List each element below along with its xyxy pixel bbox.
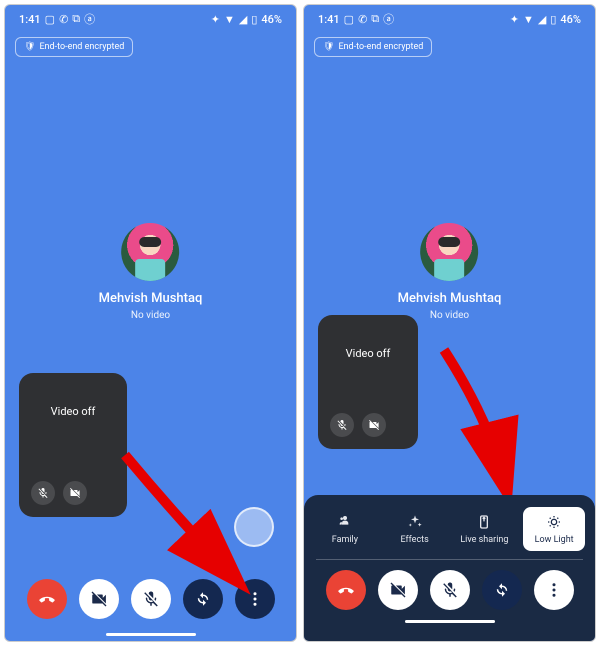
toggle-mic-button[interactable] xyxy=(131,579,171,619)
carrier-icon: ⓐ xyxy=(383,11,394,27)
encryption-label: End-to-end encrypted xyxy=(338,42,423,52)
avatar xyxy=(420,223,478,281)
end-call-button[interactable] xyxy=(27,579,67,619)
shield-icon: 🛡 xyxy=(323,42,334,52)
panel-item-effects[interactable]: Effects xyxy=(384,507,446,551)
self-view-pip[interactable]: Video off xyxy=(19,373,127,517)
encryption-chip[interactable]: 🛡 End-to-end encrypted xyxy=(15,37,133,57)
status-battery: 46% xyxy=(261,13,282,26)
screenshot-right: 1:41 ▢ ✆ ⧉ ⓐ ✦ ▼ ◢ ▯ 46% 🛡 End-to-end en… xyxy=(303,4,596,642)
self-preview-circle[interactable] xyxy=(234,507,274,547)
vibrate-icon: ✦ xyxy=(510,13,519,26)
video-off-icon[interactable] xyxy=(362,413,386,437)
panel-item-low-light[interactable]: Low Light xyxy=(523,507,585,551)
record-icon: ▢ xyxy=(344,13,354,26)
self-view-pip[interactable]: Video off xyxy=(318,315,418,449)
whatsapp-icon: ✆ xyxy=(358,13,367,26)
panel-item-live-sharing[interactable]: Live sharing xyxy=(454,507,516,551)
annotation-arrow xyxy=(434,340,544,500)
contact-name: Mehvish Mushtaq xyxy=(398,291,502,306)
battery-icon: ▯ xyxy=(550,13,556,26)
record-icon: ▢ xyxy=(45,13,55,26)
nav-handle[interactable] xyxy=(106,633,196,636)
call-controls xyxy=(314,570,585,610)
nav-handle[interactable] xyxy=(405,620,495,623)
family-icon xyxy=(337,513,353,531)
wifi-icon: ▼ xyxy=(523,13,534,26)
panel-row: Family Effects Live sharing Low Light xyxy=(314,507,585,551)
signal-icon: ◢ xyxy=(538,13,546,26)
end-call-button[interactable] xyxy=(326,570,366,610)
more-options-button[interactable] xyxy=(235,579,275,619)
status-time: 1:41 xyxy=(318,13,340,26)
panel-item-label: Live sharing xyxy=(460,535,508,545)
toggle-mic-button[interactable] xyxy=(430,570,470,610)
panel-item-label: Low Light xyxy=(535,535,574,545)
pip-label: Video off xyxy=(330,347,406,360)
avatar xyxy=(121,223,179,281)
vibrate-icon: ✦ xyxy=(211,13,220,26)
screenshot-left: 1:41 ▢ ✆ ⧉ ⓐ ✦ ▼ ◢ ▯ 46% 🛡 End-to-end en… xyxy=(4,4,297,642)
encryption-chip[interactable]: 🛡 End-to-end encrypted xyxy=(314,37,432,57)
panel-item-label: Family xyxy=(332,535,358,545)
toggle-video-button[interactable] xyxy=(79,579,119,619)
status-bar: 1:41 ▢ ✆ ⧉ ⓐ ✦ ▼ ◢ ▯ 46% xyxy=(5,5,296,31)
status-bar: 1:41 ▢ ✆ ⧉ ⓐ ✦ ▼ ◢ ▯ 46% xyxy=(304,5,595,31)
contact-block: Mehvish Mushtaq No video xyxy=(99,223,203,321)
options-panel: Family Effects Live sharing Low Light xyxy=(304,495,595,641)
pip-label: Video off xyxy=(31,405,115,418)
contact-block: Mehvish Mushtaq No video xyxy=(398,223,502,321)
status-battery: 46% xyxy=(560,13,581,26)
screenshot-icon: ⧉ xyxy=(371,12,379,26)
contact-name: Mehvish Mushtaq xyxy=(99,291,203,306)
switch-camera-button[interactable] xyxy=(482,570,522,610)
video-off-icon[interactable] xyxy=(63,481,87,505)
shield-icon: 🛡 xyxy=(24,42,35,52)
signal-icon: ◢ xyxy=(239,13,247,26)
panel-item-label: Effects xyxy=(400,535,428,545)
switch-camera-button[interactable] xyxy=(183,579,223,619)
carrier-icon: ⓐ xyxy=(84,11,95,27)
sparkles-icon xyxy=(407,513,423,531)
toggle-video-button[interactable] xyxy=(378,570,418,610)
encryption-label: End-to-end encrypted xyxy=(39,42,124,52)
panel-divider xyxy=(316,559,583,560)
wifi-icon: ▼ xyxy=(224,13,235,26)
mic-off-icon[interactable] xyxy=(330,413,354,437)
phone-share-icon xyxy=(476,513,492,531)
battery-icon: ▯ xyxy=(251,13,257,26)
call-controls xyxy=(5,579,296,619)
more-options-button[interactable] xyxy=(534,570,574,610)
whatsapp-icon: ✆ xyxy=(59,13,68,26)
mic-off-icon[interactable] xyxy=(31,481,55,505)
panel-item-family[interactable]: Family xyxy=(314,507,376,551)
brightness-icon xyxy=(546,513,562,531)
contact-status: No video xyxy=(99,310,203,321)
screenshot-icon: ⧉ xyxy=(72,12,80,26)
status-time: 1:41 xyxy=(19,13,41,26)
